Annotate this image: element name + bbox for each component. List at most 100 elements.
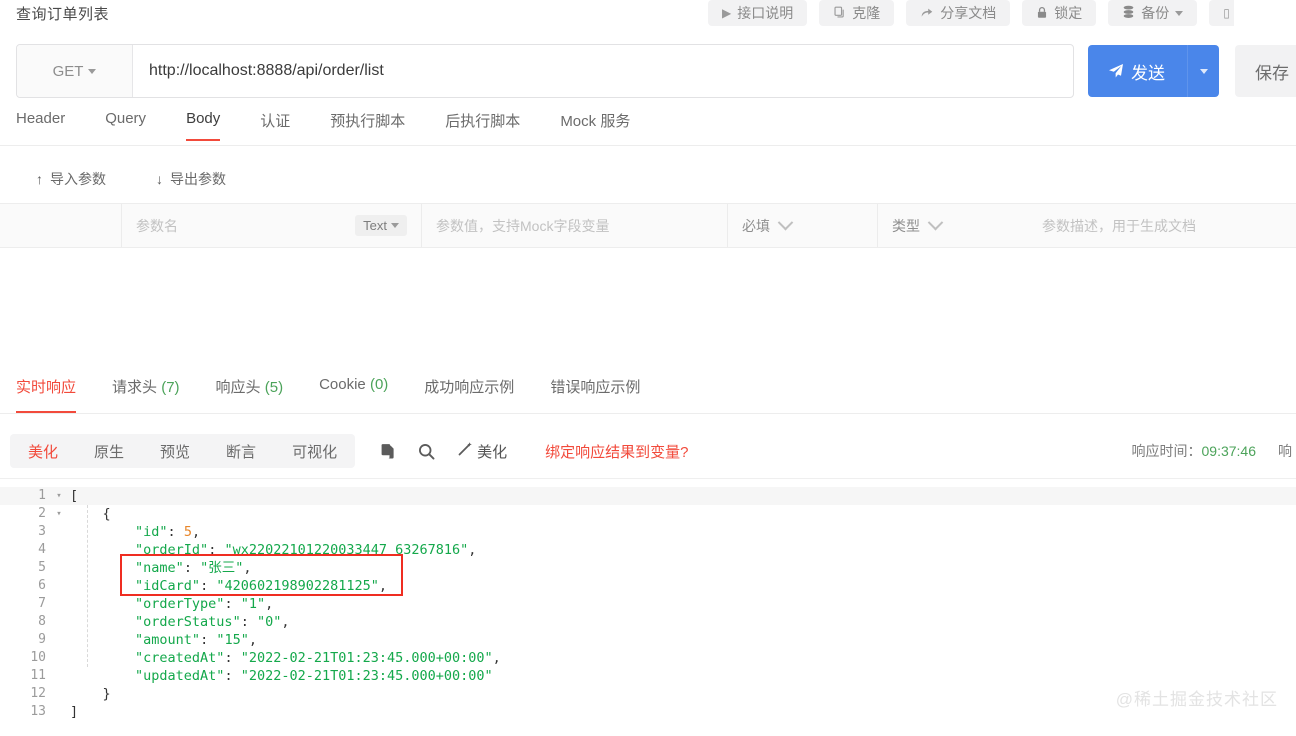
line-number: 13 (30, 704, 46, 719)
copy-icon[interactable] (377, 440, 399, 462)
param-required-label: 必填 (742, 217, 770, 234)
tab-query[interactable]: Query (105, 108, 146, 141)
send-button[interactable]: 发送 (1088, 45, 1187, 97)
chevron-down-icon (927, 214, 944, 231)
share-doc-button[interactable]: 分享文档 (906, 0, 1011, 26)
param-type-label: 类型 (892, 217, 920, 234)
chevron-down-icon (777, 214, 794, 231)
line-number: 4 (38, 542, 46, 557)
tab-pre-script[interactable]: 预执行脚本 (330, 108, 405, 145)
response-meta: 响应时间：09:37:46 响 (1132, 430, 1296, 472)
param-name-cell[interactable]: 参数名 Text (122, 204, 422, 247)
copy-icon (833, 6, 846, 21)
paper-plane-icon (1108, 63, 1124, 79)
tab-live-response[interactable]: 实时响应 (16, 372, 77, 413)
export-params-label: 导出参数 (170, 171, 226, 187)
view-mode-assert[interactable]: 断言 (208, 434, 274, 468)
param-value-type-select[interactable]: Text (355, 215, 407, 236)
chevron-down-icon (1199, 68, 1208, 74)
code-line: 5 "name": "张三", (0, 559, 1296, 577)
code-line: 4 "orderId": "wx22022101220033447 632678… (0, 541, 1296, 559)
view-mode-raw[interactable]: 原生 (76, 434, 142, 468)
response-tool-icons: 美化 绑定响应结果到变量? (377, 440, 688, 462)
more-icon: ▯ (1223, 6, 1230, 20)
code-text: } (102, 686, 111, 702)
bind-response-to-variable-link[interactable]: 绑定响应结果到变量? (545, 441, 688, 462)
line-number: 6 (38, 578, 46, 593)
save-button[interactable]: 保存 (1235, 45, 1296, 97)
tab-response-headers[interactable]: 响应头 (5) (216, 372, 284, 413)
arrow-down-icon: ↓ (156, 171, 163, 187)
tab-post-script[interactable]: 后执行脚本 (445, 108, 520, 145)
magic-wand-icon (457, 441, 473, 461)
tab-cookie[interactable]: Cookie (0) (319, 372, 388, 409)
code-text: "idCard": "420602198902281125", (135, 578, 388, 594)
chevron-down-icon (1175, 10, 1184, 16)
tab-request-headers-count: (7) (161, 379, 180, 396)
line-number: 2 (38, 506, 46, 521)
code-line: 8 "orderStatus": "0", (0, 613, 1296, 631)
view-mode-beautify[interactable]: 美化 (10, 434, 76, 468)
tab-error-example[interactable]: 错误响应示例 (550, 372, 640, 413)
response-body-editor[interactable]: 1 ▾[2 ▾ {3 "id": 5, 4 "orderId": "wx2202210… (0, 478, 1296, 736)
url-box: GET (16, 44, 1074, 98)
clone-button[interactable]: 克隆 (819, 0, 895, 26)
tab-cookie-count: (0) (369, 376, 389, 393)
code-line: 2 ▾ { (0, 505, 1296, 523)
clone-label: 克隆 (852, 5, 881, 21)
fold-toggle-icon[interactable]: ▾ (52, 505, 66, 523)
line-number: 11 (30, 668, 46, 683)
share-doc-label: 分享文档 (940, 5, 997, 21)
line-number: 10 (30, 650, 46, 665)
lock-button[interactable]: 锁定 (1022, 0, 1097, 26)
http-method-select[interactable]: GET (17, 45, 133, 97)
beautify-button[interactable]: 美化 (457, 441, 507, 462)
export-params-button[interactable]: ↓ 导出参数 (150, 168, 232, 190)
body-editor-empty-area[interactable] (0, 248, 1296, 364)
database-icon (1122, 5, 1135, 21)
param-io-row: ↑ 导入参数 ↓ 导出参数 (0, 158, 1296, 200)
top-bar: 查询订单列表 ▶ 接口说明 克隆 分享文档 锁定 备份 ▯ (0, 0, 1296, 32)
code-text: "createdAt": "2022-02-21T01:23:45.000+00… (135, 650, 501, 666)
tab-auth[interactable]: 认证 (260, 108, 290, 145)
code-line: 10 "createdAt": "2022-02-21T01:23:45.000… (0, 649, 1296, 667)
code-text: { (102, 506, 111, 522)
tab-request-headers-label: 请求头 (112, 379, 158, 396)
tab-request-headers[interactable]: 请求头 (7) (112, 372, 180, 413)
response-time-label: 响应时间： (1131, 443, 1202, 459)
code-text: "orderType": "1", (135, 596, 274, 612)
import-params-button[interactable]: ↑ 导入参数 (30, 168, 112, 190)
view-mode-preview[interactable]: 预览 (142, 434, 208, 468)
url-input[interactable] (133, 45, 1073, 97)
param-name-placeholder: 参数名 (136, 217, 178, 234)
param-value-placeholder: 参数值，支持Mock字段变量 (436, 217, 610, 234)
send-options-toggle[interactable] (1187, 45, 1219, 97)
fold-toggle-icon[interactable]: ▾ (52, 487, 66, 505)
api-description-button[interactable]: ▶ 接口说明 (708, 0, 808, 26)
beautify-label: 美化 (477, 443, 508, 461)
view-mode-visualize[interactable]: 可视化 (274, 434, 355, 468)
param-desc-placeholder: 参数描述，用于生成文档 (1042, 217, 1196, 234)
code-text: "amount": "15", (135, 632, 257, 648)
backup-button[interactable]: 备份 (1108, 0, 1198, 26)
code-text: "name": "张三", (135, 560, 252, 576)
param-desc-cell[interactable]: 参数描述，用于生成文档 (1028, 204, 1296, 247)
response-size-label-truncated: 响 (1278, 443, 1292, 459)
param-required-select[interactable]: 必填 (728, 204, 878, 247)
tab-header[interactable]: Header (16, 108, 65, 141)
param-value-cell[interactable]: 参数值，支持Mock字段变量 (422, 204, 728, 247)
overflow-button[interactable]: ▯ (1209, 0, 1234, 26)
tab-body[interactable]: Body (186, 108, 221, 141)
code-line: 7 "orderType": "1", (0, 595, 1296, 613)
response-tabs: 实时响应 请求头 (7) 响应头 (5) Cookie (0) 成功响应示例 错… (0, 372, 1296, 414)
tab-mock-service[interactable]: Mock 服务 (560, 108, 630, 145)
code-text: "orderId": "wx22022101220033447 63267816… (135, 542, 477, 558)
param-type-select[interactable]: 类型 (878, 204, 1028, 247)
import-params-label: 导入参数 (50, 171, 106, 187)
search-icon[interactable] (415, 440, 437, 462)
tab-success-example[interactable]: 成功响应示例 (424, 372, 514, 413)
code-line: 9 "amount": "15", (0, 631, 1296, 649)
code-text: "updatedAt": "2022-02-21T01:23:45.000+00… (135, 668, 493, 684)
line-number: 12 (30, 686, 46, 701)
param-value-type-label: Text (363, 218, 387, 233)
